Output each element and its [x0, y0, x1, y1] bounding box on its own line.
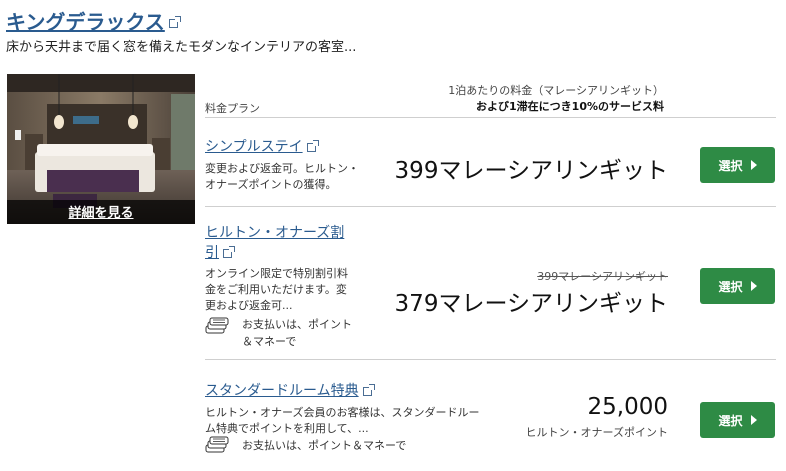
- room-description: 床から天井まで届く窓を備えたモダンなインテリアの客室...: [6, 40, 357, 55]
- rate-plan-column-header: 料金プラン: [205, 102, 260, 115]
- header-divider: [205, 117, 776, 118]
- rate-column-subheader: および1滞在につき10%のサービス料: [476, 100, 664, 113]
- plan-price: 399マレーシアリンギット: [394, 158, 668, 184]
- external-link-icon: [223, 245, 235, 258]
- view-details-link[interactable]: 詳細を見る: [68, 206, 133, 221]
- plan-description: オンライン限定で特別割引料 金をご利用いただけます。変 更および返金可...: [205, 267, 348, 312]
- room-photo[interactable]: 詳細を見る: [7, 74, 195, 224]
- external-link-icon: [168, 16, 181, 28]
- row-divider: [205, 206, 776, 207]
- plan-price: 25,000: [587, 394, 668, 420]
- triangle-right-icon: [750, 160, 757, 170]
- payment-note: お支払いは、ポイント＆マネーで: [242, 439, 407, 452]
- plan-description: 変更および返金可。ヒルトン・ オナーズポイントの獲得。: [205, 162, 359, 191]
- triangle-right-icon: [750, 415, 757, 425]
- plan-description: ヒルトン・オナーズ会員のお客様は、スタンダードルー ム特典でポイントを利用して、…: [205, 406, 480, 435]
- plan-name-link[interactable]: ヒルトン・オナーズ割 引: [205, 223, 344, 263]
- select-button[interactable]: 選択: [700, 268, 775, 304]
- plan-name-link[interactable]: シンプルステイ: [205, 137, 319, 157]
- rate-column-header: 1泊あたりの料金（マレーシアリンギット）: [448, 84, 664, 97]
- photo-overlay-bar: 詳細を見る: [7, 200, 195, 224]
- plan-name-link[interactable]: スタンダードルーム特典: [205, 381, 375, 401]
- points-and-money-icon: [205, 317, 229, 334]
- triangle-right-icon: [750, 281, 757, 291]
- room-title-link[interactable]: キングデラックス: [6, 6, 181, 35]
- plan-price: 379マレーシアリンギット: [394, 291, 668, 317]
- price-unit: ヒルトン・オナーズポイント: [525, 426, 668, 439]
- select-button[interactable]: 選択: [700, 402, 775, 438]
- payment-note: お支払いは、ポイント ＆マネーで: [242, 318, 352, 348]
- points-and-money-icon: [205, 436, 229, 453]
- original-price: 399マレーシアリンギット: [537, 270, 668, 283]
- row-divider: [205, 359, 776, 360]
- external-link-icon: [362, 383, 375, 396]
- select-button[interactable]: 選択: [700, 147, 775, 183]
- external-link-icon: [306, 139, 319, 152]
